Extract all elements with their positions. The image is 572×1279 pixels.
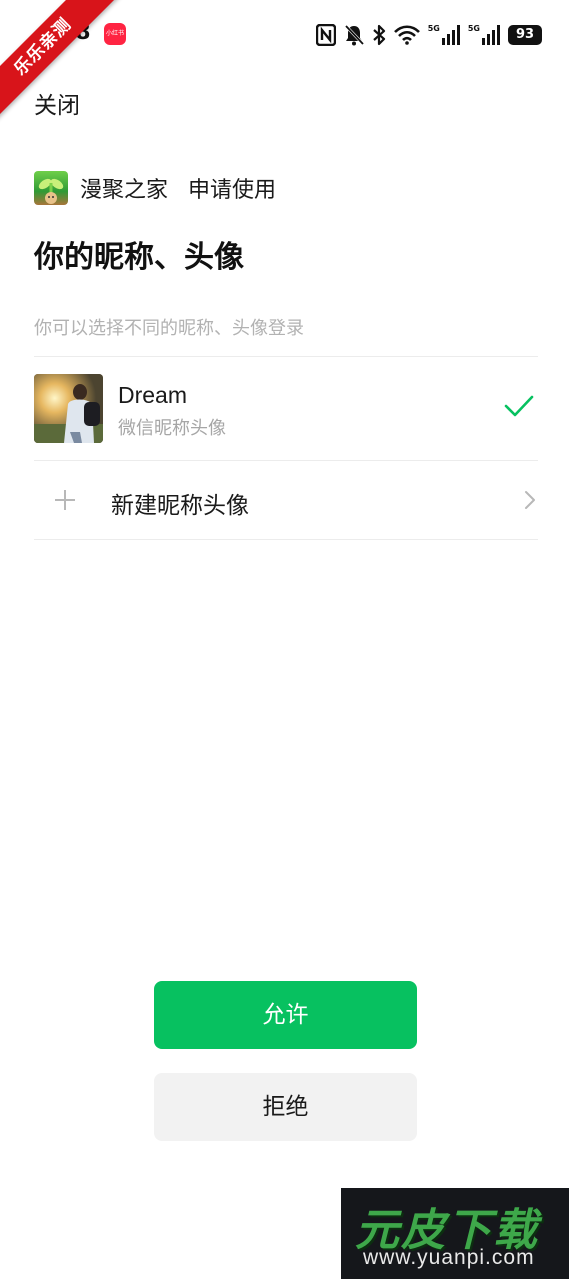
divider xyxy=(34,356,538,357)
signal-icon xyxy=(441,25,460,45)
profile-subtitle: 微信昵称头像 xyxy=(118,418,226,439)
nfc-icon xyxy=(315,24,336,46)
xiaohongshu-app-icon: 小红书 xyxy=(104,23,126,45)
page-title: 你的昵称、头像 xyxy=(34,240,244,275)
profile-option-current[interactable]: Dream 微信昵称头像 xyxy=(34,358,538,460)
network-label-1: 5G xyxy=(427,23,440,33)
network-label-2: 5G xyxy=(467,23,480,33)
divider xyxy=(34,460,538,461)
app-request-row: 漫聚之家 申请使用 xyxy=(34,170,276,206)
battery-indicator: 93 xyxy=(508,25,542,45)
deny-button[interactable]: 拒绝 xyxy=(154,1073,417,1141)
status-icons: 5G 5G 93 xyxy=(315,22,542,48)
close-button[interactable]: 关闭 xyxy=(34,86,80,120)
check-icon xyxy=(504,395,534,417)
page-hint: 你可以选择不同的昵称、头像登录 xyxy=(34,318,304,339)
watermark: 元皮下载 www.yuanpi.com xyxy=(341,1188,569,1279)
signal-icon xyxy=(482,25,500,45)
divider xyxy=(34,539,538,540)
avatar xyxy=(34,374,103,443)
profile-name: Dream xyxy=(118,382,188,408)
new-profile-label: 新建昵称头像 xyxy=(111,493,249,519)
request-label: 申请使用 xyxy=(188,178,277,203)
watermark-url: www.yuanpi.com xyxy=(363,1246,535,1269)
app-name: 漫聚之家 xyxy=(80,178,169,203)
bluetooth-icon xyxy=(372,24,385,46)
chevron-right-icon xyxy=(525,491,535,509)
new-profile-option[interactable]: 新建昵称头像 xyxy=(34,462,538,540)
allow-button[interactable]: 允许 xyxy=(154,981,417,1049)
wifi-icon xyxy=(393,25,420,45)
bell-muted-icon xyxy=(344,24,364,46)
app-logo-icon xyxy=(34,171,68,205)
plus-icon xyxy=(55,490,75,510)
